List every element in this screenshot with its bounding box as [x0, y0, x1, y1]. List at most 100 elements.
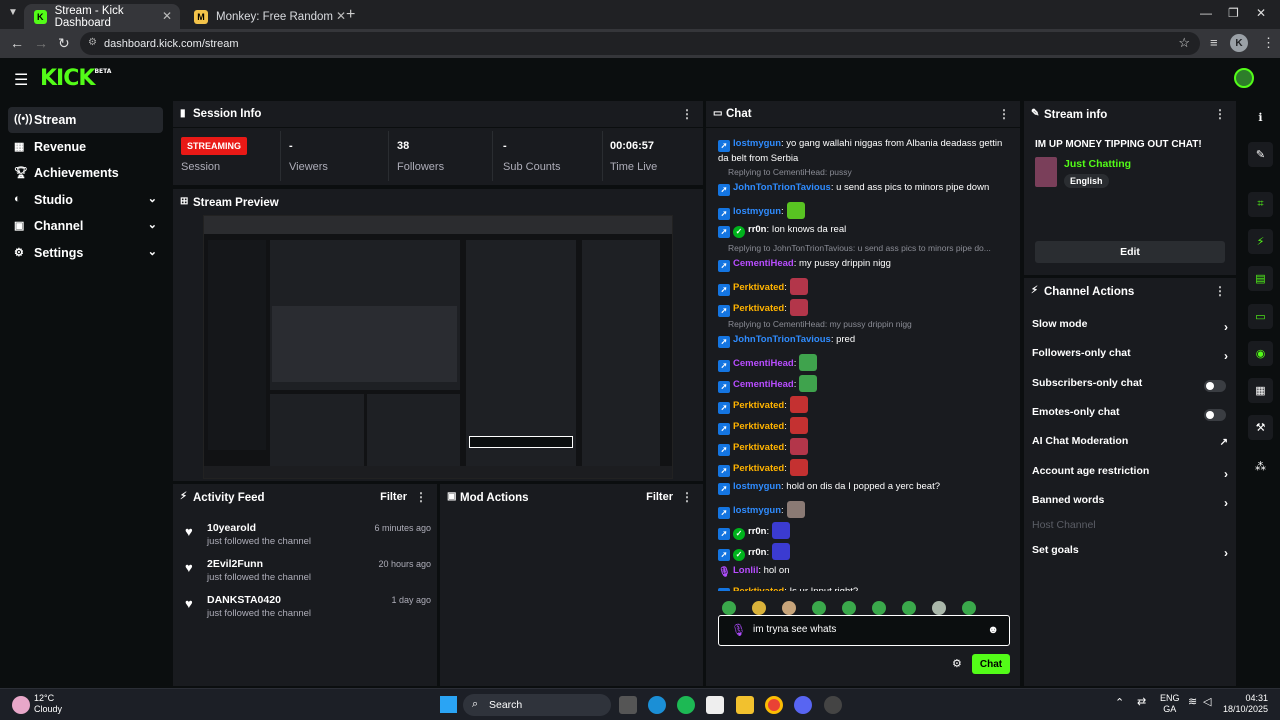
more-options-icon[interactable]: ⋮ — [415, 490, 427, 504]
sidebar-item-achievements[interactable]: 🏆︎ Achievements — [8, 160, 163, 186]
emote-icon[interactable] — [932, 601, 946, 615]
subscribers-only-toggle[interactable] — [1204, 380, 1226, 392]
tab-list-chevron-icon[interactable]: ▼ — [8, 7, 18, 18]
discord-icon[interactable] — [794, 696, 812, 714]
emote-icon[interactable] — [902, 601, 916, 615]
chat-username[interactable]: Perktivated — [733, 421, 784, 432]
clock[interactable]: 04:31 18/10/2025 — [1222, 693, 1268, 715]
reload-icon[interactable]: ↻ — [58, 35, 70, 52]
chat-username[interactable]: JohnTonTrionTavious — [733, 182, 831, 193]
emote-icon[interactable] — [872, 601, 886, 615]
chat-username[interactable]: Perktivated — [733, 282, 784, 293]
chat-username[interactable]: lostmygun — [733, 505, 781, 516]
follower-name[interactable]: DANKSTA0420 — [207, 594, 281, 606]
category-thumbnail[interactable] — [1035, 157, 1057, 187]
menu-icon[interactable]: ☰ — [14, 70, 28, 90]
browser-menu-icon[interactable]: ⋮ — [1262, 35, 1275, 51]
more-options-icon[interactable]: ⋮ — [1214, 107, 1226, 121]
lightning-icon[interactable]: ⚡︎ — [1248, 229, 1273, 254]
site-info-icon[interactable]: ⚙ — [88, 37, 100, 49]
apps-icon[interactable]: ⁂ — [1248, 454, 1273, 479]
more-options-icon[interactable]: ⋮ — [998, 107, 1010, 121]
clip-icon[interactable]: ⌗ — [1248, 192, 1273, 217]
bookmark-star-icon[interactable]: ☆ — [1178, 35, 1190, 51]
store-icon[interactable] — [706, 696, 724, 714]
slow-mode-row[interactable]: Slow mode › — [1032, 318, 1228, 338]
edit-icon[interactable]: ✎ — [1248, 142, 1273, 167]
chat-username[interactable]: rr0n — [748, 526, 766, 537]
chat-username[interactable]: Perktivated — [733, 303, 784, 314]
more-options-icon[interactable]: ⋮ — [681, 107, 693, 121]
followers-only-row[interactable]: Followers-only chat › — [1032, 347, 1228, 367]
chrome-icon[interactable] — [765, 696, 783, 714]
chat-username[interactable]: Perktivated — [733, 463, 784, 474]
emote-icon[interactable] — [842, 601, 856, 615]
chat-username[interactable]: Perktivated — [733, 586, 784, 591]
emote-icon[interactable] — [782, 601, 796, 615]
volume-icon[interactable]: ◁ — [1203, 697, 1211, 708]
edit-button[interactable]: Edit — [1035, 241, 1225, 263]
account-age-row[interactable]: Account age restriction › — [1032, 465, 1228, 485]
minimize-icon[interactable]: — — [1200, 6, 1212, 20]
emoji-picker-icon[interactable]: ☻ — [987, 624, 999, 636]
url-field[interactable]: ⚙ dashboard.kick.com/stream — [80, 32, 1200, 55]
obs-icon[interactable] — [824, 696, 842, 714]
emote-icon[interactable] — [812, 601, 826, 615]
send-chat-button[interactable]: Chat — [972, 654, 1010, 674]
language-indicator[interactable]: ENG GA — [1160, 693, 1180, 715]
show-hidden-icons[interactable]: ⌃ — [1115, 698, 1124, 709]
chat-username[interactable]: lostmygun — [733, 206, 781, 217]
filter-button[interactable]: Filter — [646, 491, 673, 503]
sidebar-item-revenue[interactable]: ▦ Revenue — [8, 134, 163, 160]
banned-words-row[interactable]: Banned words › — [1032, 494, 1228, 514]
wrench-icon[interactable]: ⚒︎ — [1248, 415, 1273, 440]
chat-username[interactable]: lostmygun — [733, 481, 781, 492]
chat-username[interactable]: Perktivated — [733, 400, 784, 411]
chat-username[interactable]: CementiHead — [733, 379, 794, 390]
emote-icon[interactable] — [752, 601, 766, 615]
sidebar-item-studio[interactable]: ◐ Studio ⌄ — [8, 187, 163, 213]
edge-icon[interactable] — [648, 696, 666, 714]
broadcast-icon[interactable]: ◉ — [1248, 341, 1273, 366]
chat-username[interactable]: lostmygun — [733, 138, 781, 149]
profile-avatar[interactable]: K — [1230, 34, 1248, 52]
sidebar-item-settings[interactable]: ⚙ Settings ⌄ — [8, 240, 163, 266]
taskbar-search[interactable]: ⌕ Search — [463, 694, 611, 716]
close-tab-icon[interactable]: ✕ — [162, 9, 172, 23]
back-icon[interactable]: ← — [10, 35, 24, 51]
chat-username[interactable]: Perktivated — [733, 442, 784, 453]
chat-username[interactable]: Lonlil — [733, 565, 758, 576]
layout-icon[interactable]: ▦ — [1248, 378, 1273, 403]
task-view-icon[interactable] — [619, 696, 637, 714]
wifi-icon[interactable]: ≋ — [1188, 697, 1197, 708]
ai-moderation-row[interactable]: AI Chat Moderation ↗ — [1032, 435, 1228, 455]
category-link[interactable]: Just Chatting — [1064, 158, 1131, 170]
document-icon[interactable]: ▤ — [1248, 266, 1273, 291]
file-explorer-icon[interactable] — [736, 696, 754, 714]
forward-icon[interactable]: → — [34, 35, 48, 51]
emote-icon[interactable] — [962, 601, 976, 615]
close-tab-icon[interactable]: ✕ — [336, 9, 346, 23]
info-icon[interactable]: ℹ — [1248, 105, 1273, 130]
sidebar-item-stream[interactable]: ((•)) Stream — [8, 107, 163, 133]
tab-monkey[interactable]: M Monkey: Free Random Video C ✕ — [184, 4, 364, 29]
stream-preview-video[interactable] — [203, 215, 673, 479]
chat-settings-icon[interactable]: ⚙ — [952, 657, 962, 670]
emote-icon[interactable] — [722, 601, 736, 615]
follower-name[interactable]: 10yearold — [207, 522, 256, 534]
windows-start-icon[interactable] — [440, 696, 457, 713]
sidebar-item-channel[interactable]: ▣ Channel ⌄ — [8, 213, 163, 239]
close-window-icon[interactable]: ✕ — [1256, 6, 1266, 20]
chat-username[interactable]: CementiHead — [733, 258, 794, 269]
chat-bubble-icon[interactable]: ▭ — [1248, 304, 1273, 329]
user-avatar[interactable] — [1234, 68, 1254, 88]
new-tab-icon[interactable]: + — [346, 6, 355, 24]
filter-button[interactable]: Filter — [380, 491, 407, 503]
network-sync-icon[interactable]: ⇄ — [1137, 697, 1146, 708]
media-control-icon[interactable]: ≡ — [1210, 35, 1218, 50]
more-options-icon[interactable]: ⋮ — [1214, 284, 1226, 298]
spotify-icon[interactable] — [677, 696, 695, 714]
weather-widget[interactable]: 12°C Cloudy — [34, 693, 62, 715]
maximize-icon[interactable]: ❐ — [1228, 6, 1239, 20]
weather-icon[interactable] — [12, 696, 30, 714]
